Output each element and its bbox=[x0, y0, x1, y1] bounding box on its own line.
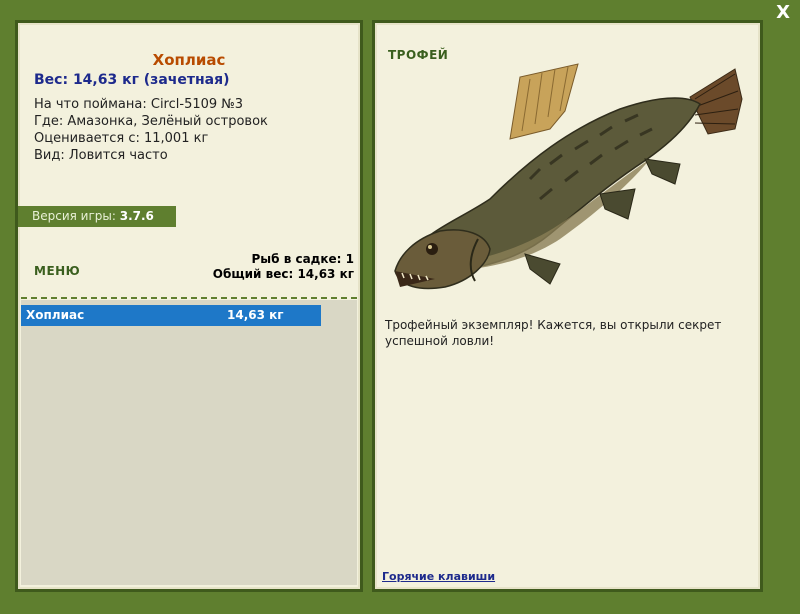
detail-threshold: Оценивается с: 11,001 кг bbox=[34, 131, 209, 146]
detail-frequency: Вид: Ловится часто bbox=[34, 148, 168, 163]
fish-name: Хоплиас bbox=[152, 51, 226, 69]
cage-list-item[interactable]: Хоплиас 14,63 кг bbox=[21, 305, 321, 326]
divider bbox=[21, 297, 357, 299]
cage-count: Рыб в садке: 1 bbox=[251, 252, 355, 266]
cage-list: Хоплиас 14,63 кг bbox=[21, 300, 357, 585]
hotkeys-link[interactable]: Горячие клавиши bbox=[382, 570, 495, 583]
version-label: Версия игры: bbox=[32, 209, 116, 223]
cage-total-weight: Общий вес: 14,63 кг bbox=[212, 267, 354, 281]
cage-item-weight: 14,63 кг bbox=[227, 308, 284, 322]
fish-info-panel: Хоплиас Вес: 14,63 кг (зачетная) На что … bbox=[15, 20, 363, 592]
fish-image bbox=[394, 63, 743, 290]
version-value: 3.7.6 bbox=[119, 209, 154, 223]
cage-stats: Рыб в садке: 1 Общий вес: 14,63 кг bbox=[213, 252, 354, 282]
detail-bait: На что поймана: Circl-5109 №3 bbox=[34, 97, 244, 112]
menu-button[interactable]: МЕНЮ bbox=[34, 264, 80, 278]
fish-details: На что поймана: Circl-5109 №3 Где: Амазо… bbox=[34, 96, 268, 164]
version-bar: Версия игры: 3.7.6 bbox=[18, 206, 176, 227]
fish-weight: Вес: 14,63 кг (зачетная) bbox=[34, 72, 230, 88]
close-button[interactable]: X bbox=[776, 4, 790, 22]
trophy-message: Трофейный экземпляр! Кажется, вы открыли… bbox=[385, 318, 722, 348]
detail-location: Где: Амазонка, Зелёный островок bbox=[34, 114, 268, 129]
trophy-panel: ТРОФЕЙ Трофейный экземпляр! Кажется, вы … bbox=[372, 20, 763, 592]
cage-item-name: Хоплиас bbox=[26, 308, 85, 322]
